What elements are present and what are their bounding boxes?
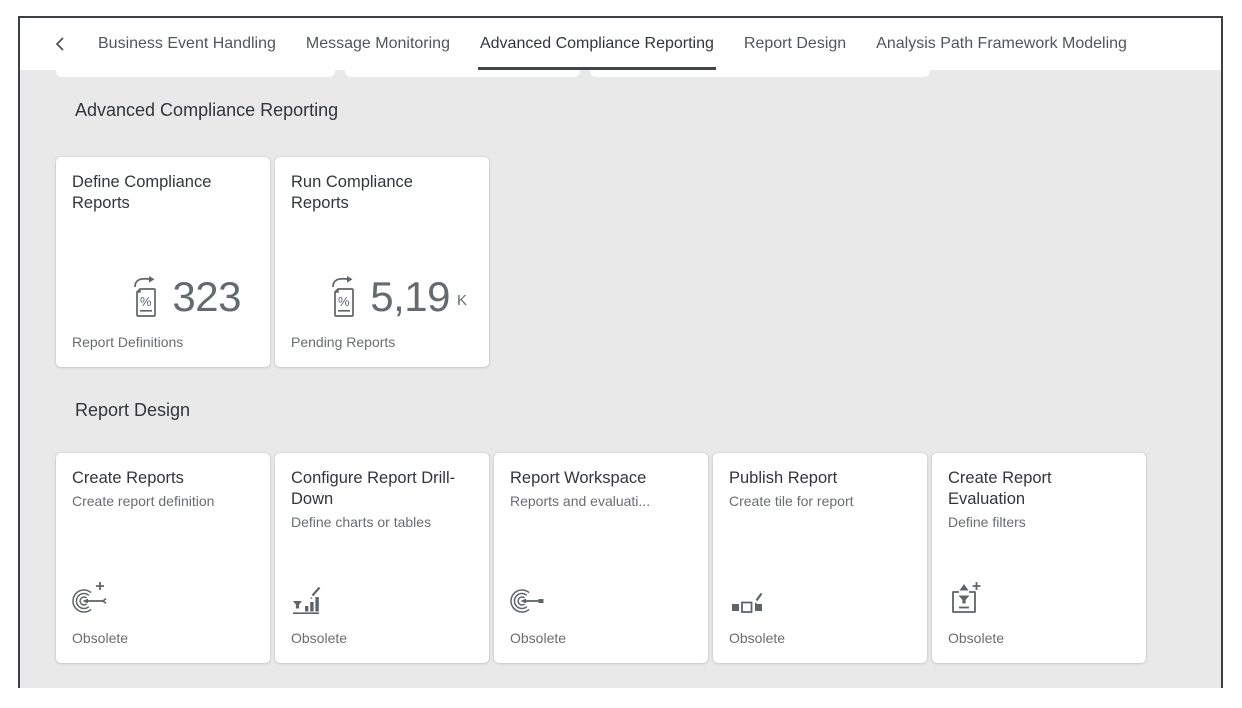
kpi-content: % 5,19 K xyxy=(291,275,473,319)
section-title-report-design: Report Design xyxy=(75,398,1221,422)
tab-message-monitoring[interactable]: Message Monitoring xyxy=(306,18,450,70)
tile-footer: Pending Reports xyxy=(291,333,473,351)
tile-subtitle: Create report definition xyxy=(72,492,254,510)
tile-title: Publish Report xyxy=(729,468,911,489)
chevron-left-icon xyxy=(54,36,66,52)
svg-text:%: % xyxy=(338,294,350,309)
tile-status: Obsolete xyxy=(729,629,911,647)
tile-bottom: Obsolete xyxy=(729,580,911,647)
target-arrow-icon xyxy=(510,580,692,616)
tile-status: Obsolete xyxy=(72,629,254,647)
filter-box-add-icon xyxy=(948,580,1130,616)
target-arrow-add-icon xyxy=(72,580,254,616)
kpi-value: 323 xyxy=(172,275,241,319)
tile-subtitle: Define filters xyxy=(948,513,1130,531)
tab-analysis-path-framework-modeling[interactable]: Analysis Path Framework Modeling xyxy=(876,18,1127,70)
tile-subtitle: Reports and evaluati... xyxy=(510,492,692,510)
tile-status: Obsolete xyxy=(510,629,692,647)
tile-status: Obsolete xyxy=(948,629,1130,647)
tile-group-advanced-compliance-reporting: Define Compliance Reports % xyxy=(20,157,1221,367)
tile-define-compliance-reports[interactable]: Define Compliance Reports % xyxy=(56,157,270,367)
content-scroll-area[interactable]: Advanced Compliance Reporting Define Com… xyxy=(20,70,1221,688)
tile-group-report-design: Create Reports Create report definition xyxy=(20,453,1221,663)
tab-business-event-handling[interactable]: Business Event Handling xyxy=(98,18,276,70)
app-window: Business Event Handling Message Monitori… xyxy=(18,16,1223,688)
bar-chart-edit-icon xyxy=(291,580,473,616)
tile-status: Obsolete xyxy=(291,629,473,647)
tile-subtitle: Create tile for report xyxy=(729,492,911,510)
tile-title: Report Workspace xyxy=(510,468,692,489)
tile-bottom: Obsolete xyxy=(510,580,692,647)
tile-subtitle: Define charts or tables xyxy=(291,513,473,531)
screen: Business Event Handling Message Monitori… xyxy=(0,0,1242,708)
report-percent-arrow-icon: % xyxy=(127,275,163,319)
tile-title: Create Reports xyxy=(72,468,254,489)
section-title-advanced-compliance-reporting: Advanced Compliance Reporting xyxy=(75,98,1221,122)
tab-bar: Business Event Handling Message Monitori… xyxy=(20,18,1221,70)
back-button[interactable] xyxy=(52,35,68,53)
tile-run-compliance-reports[interactable]: Run Compliance Reports % xyxy=(275,157,489,367)
tile-title: Run Compliance Reports xyxy=(291,172,473,214)
tile-title: Create Report Evaluation xyxy=(948,468,1130,510)
tab-report-design[interactable]: Report Design xyxy=(744,18,846,70)
tile-create-report-evaluation[interactable]: Create Report Evaluation Define filters xyxy=(932,453,1146,663)
tab-advanced-compliance-reporting[interactable]: Advanced Compliance Reporting xyxy=(480,18,714,70)
kpi-value: 5,19 xyxy=(370,275,450,319)
partial-tile-fragment xyxy=(345,70,580,77)
partial-tile-fragment xyxy=(56,70,335,77)
tile-create-reports[interactable]: Create Reports Create report definition xyxy=(56,453,270,663)
tile-configure-report-drill-down[interactable]: Configure Report Drill-Down Define chart… xyxy=(275,453,489,663)
tiles-edit-icon xyxy=(729,580,911,616)
tile-title: Define Compliance Reports xyxy=(72,172,254,214)
tile-report-workspace[interactable]: Report Workspace Reports and evaluati... xyxy=(494,453,708,663)
tile-bottom: Obsolete xyxy=(948,580,1130,647)
tile-publish-report[interactable]: Publish Report Create tile for report xyxy=(713,453,927,663)
tile-bottom: Obsolete xyxy=(72,580,254,647)
tile-title: Configure Report Drill-Down xyxy=(291,468,473,510)
tile-bottom: Obsolete xyxy=(291,580,473,647)
report-percent-arrow-icon: % xyxy=(325,275,361,319)
partial-tile-fragment xyxy=(590,70,930,77)
svg-text:%: % xyxy=(140,294,152,309)
kpi-unit: K xyxy=(457,292,467,309)
kpi-content: % 323 xyxy=(72,275,254,319)
tile-footer: Report Definitions xyxy=(72,333,254,351)
